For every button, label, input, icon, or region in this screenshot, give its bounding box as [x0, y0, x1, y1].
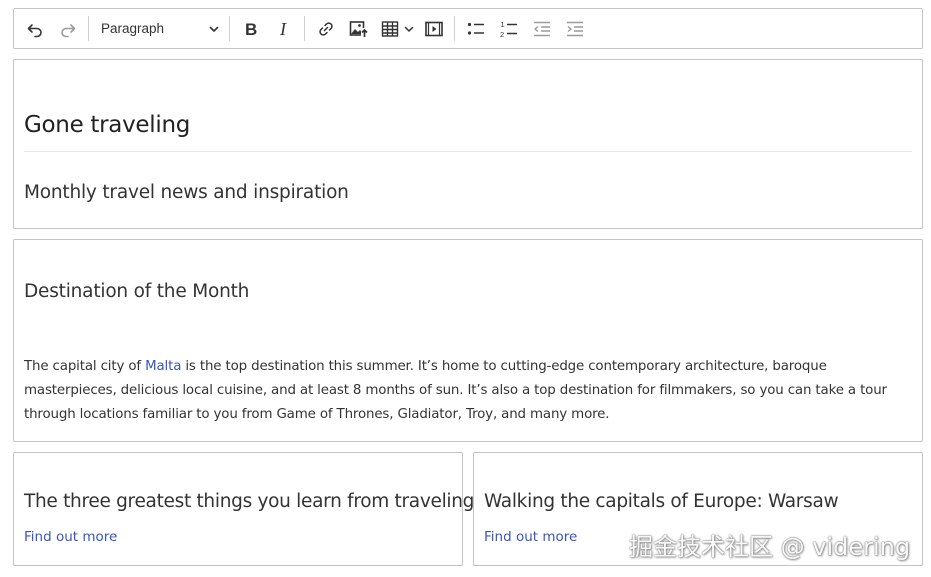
numbered-list-icon: 1 2 [500, 20, 517, 39]
malta-link[interactable]: Malta [145, 359, 181, 374]
link-icon [318, 21, 333, 36]
svg-text:2: 2 [500, 30, 504, 39]
find-out-more-link[interactable]: Find out more [484, 529, 577, 545]
bold-button[interactable]: B [236, 14, 265, 43]
redo-button[interactable] [53, 14, 82, 43]
italic-button[interactable]: I [269, 14, 298, 43]
chevron-down-icon[interactable] [403, 23, 415, 35]
insert-table-button[interactable] [377, 14, 415, 43]
card-title[interactable]: The three greatest things you learn from… [24, 491, 474, 512]
undo-button[interactable] [20, 14, 49, 43]
toolbar-separator [454, 16, 455, 41]
redo-icon [60, 23, 75, 37]
outdent-button[interactable] [527, 14, 556, 43]
italic-icon: I [279, 19, 287, 39]
outdent-icon [533, 21, 550, 36]
page-title[interactable]: Gone traveling [24, 112, 190, 138]
table-icon [381, 20, 399, 37]
toolbar-separator [229, 16, 230, 41]
indent-button[interactable] [560, 14, 589, 43]
article-card[interactable]: The three greatest things you learn from… [13, 452, 474, 566]
section-heading[interactable]: Destination of the Month [24, 281, 249, 302]
toolbar-separator [88, 16, 89, 41]
insert-image-button[interactable] [344, 14, 373, 43]
insert-media-button[interactable] [419, 14, 448, 43]
bulleted-list-button[interactable] [461, 14, 490, 43]
find-out-more-link[interactable]: Find out more [24, 529, 117, 545]
destination-paragraph[interactable]: The capital city of Malta is the top des… [24, 355, 914, 427]
card-title[interactable]: Walking the capitals of Europe: Warsaw [484, 491, 839, 512]
insert-table-icon-button[interactable] [377, 14, 403, 43]
page-subtitle[interactable]: Monthly travel news and inspiration [24, 182, 349, 203]
svg-text:1: 1 [500, 20, 504, 29]
bulleted-list-icon [467, 22, 484, 35]
editor-toolbar: Paragraph B I 1 2 [13, 8, 923, 49]
watermark: 掘金技术社区 @ videring [629, 533, 911, 561]
header-section[interactable]: Gone traveling Monthly travel news and i… [13, 59, 923, 229]
paragraph-text: The capital city of [24, 359, 146, 374]
chevron-down-icon [209, 26, 219, 32]
destination-section[interactable]: Destination of the Month The capital cit… [13, 239, 923, 442]
media-embed-icon [424, 21, 443, 36]
indent-icon [566, 21, 583, 36]
link-button[interactable] [311, 14, 340, 43]
toolbar-separator [304, 16, 305, 41]
svg-text:B: B [245, 20, 257, 39]
heading-dropdown-value: Paragraph [101, 21, 165, 36]
bold-icon: B [245, 20, 257, 39]
image-upload-icon [349, 20, 368, 38]
title-divider [24, 151, 912, 152]
undo-icon [27, 23, 42, 37]
svg-text:I: I [279, 19, 287, 39]
heading-dropdown[interactable]: Paragraph [95, 14, 225, 43]
numbered-list-button[interactable]: 1 2 [494, 14, 523, 43]
